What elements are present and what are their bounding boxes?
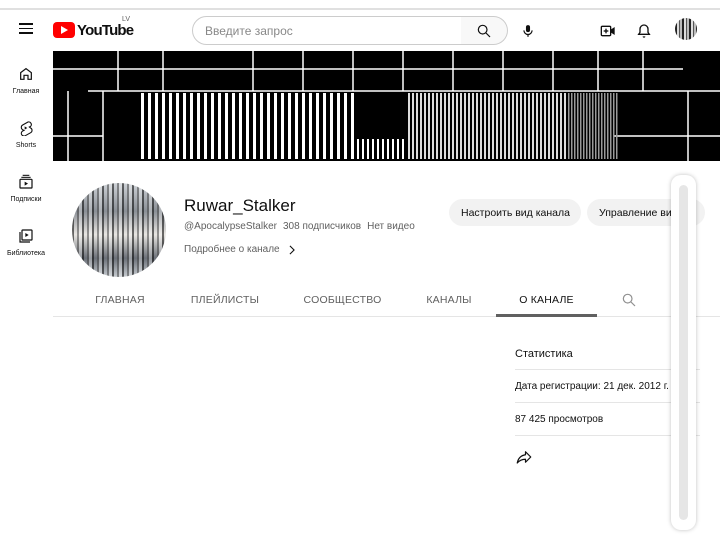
share-icon[interactable] [515,448,533,466]
youtube-logo[interactable]: YouTube LV [53,16,134,41]
sidebar-item-shorts[interactable]: Shorts [0,110,52,164]
logo-text: YouTube [77,21,134,39]
more-link-label: Подробнее о канале [184,244,280,255]
channel-meta: @ApocalypseStalker 308 подписчиков Нет в… [184,221,415,232]
sidebar-item-home[interactable]: Главная [0,56,52,110]
sidebar-item-label: Главная [12,88,40,95]
channel-avatar[interactable] [72,183,166,277]
tab-community[interactable]: СООБЩЕСТВО [296,283,389,317]
channel-banner [53,51,720,161]
search-input[interactable] [205,23,445,38]
subscriber-count: 308 подписчиков [282,221,362,232]
banner-pattern [53,51,720,161]
active-tab-indicator [496,314,597,317]
video-count: Нет видео [367,221,415,232]
tab-channels[interactable]: КАНАЛЫ [413,283,485,317]
masthead: YouTube LV [0,10,720,50]
customize-channel-button[interactable]: Настроить вид канала [449,199,581,226]
channel-search-icon[interactable] [621,292,637,308]
bell-icon [637,24,651,38]
chevron-right-icon [289,244,295,255]
search-button[interactable] [461,16,508,45]
create-button[interactable] [597,20,619,42]
scrollbar-thumb[interactable] [679,185,688,520]
library-icon [19,229,33,243]
tab-home[interactable]: ГЛАВНАЯ [77,283,163,317]
region-code: LV [122,16,131,23]
home-icon [20,67,32,80]
channel-name: Ruwar_Stalker [184,196,296,215]
notifications-button[interactable] [633,20,655,42]
search-box[interactable] [192,16,462,45]
search-icon [477,24,491,37]
subscriptions-icon [19,174,33,189]
guide-sidebar: Главная Shorts Подписки Библиотека [0,56,52,272]
create-video-icon [600,25,615,37]
channel-tabs: ГЛАВНАЯ ПЛЕЙЛИСТЫ СООБЩЕСТВО КАНАЛЫ О КА… [53,283,720,317]
shorts-icon [20,121,33,136]
microphone-icon [523,25,533,37]
sidebar-item-label: Подписки [10,196,42,203]
sidebar-item-library[interactable]: Библиотека [0,218,52,272]
sidebar-item-label: Shorts [15,142,37,149]
channel-handle: @ApocalypseStalker [184,221,277,232]
account-avatar[interactable] [675,18,697,40]
channel-more-link[interactable]: Подробнее о канале [184,244,296,255]
tab-playlists[interactable]: ПЛЕЙЛИСТЫ [180,283,270,317]
tab-about[interactable]: О КАНАЛЕ [496,283,597,317]
scrollbar[interactable] [671,175,696,530]
sidebar-item-subscriptions[interactable]: Подписки [0,164,52,218]
sidebar-item-label: Библиотека [6,250,46,257]
voice-search-button[interactable] [517,20,539,42]
menu-icon[interactable] [16,20,36,40]
youtube-play-icon [53,22,75,38]
